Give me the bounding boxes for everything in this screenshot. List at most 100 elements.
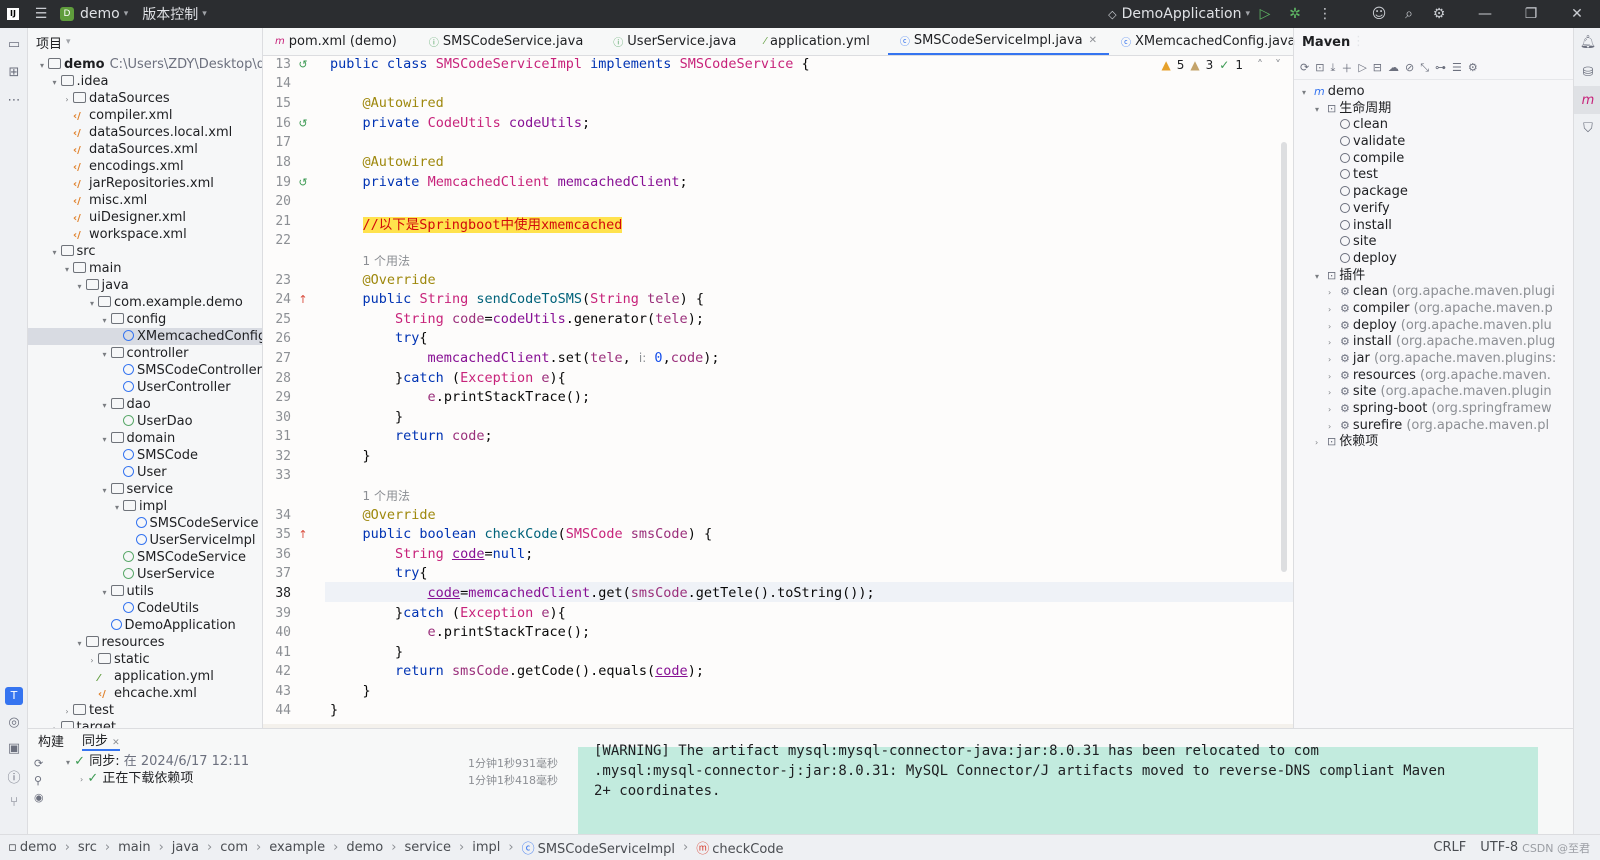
problems-tool-icon[interactable]: ⓘ: [0, 762, 28, 790]
maven-tree-item[interactable]: package: [1294, 184, 1573, 201]
line-separator[interactable]: CRLF: [1433, 840, 1466, 855]
offline-icon[interactable]: ☁: [1388, 61, 1399, 74]
chevron-down-icon[interactable]: ˅: [1275, 58, 1281, 72]
maven-tree-item[interactable]: › ⚙ spring-boot (org.springframew: [1294, 401, 1573, 418]
tree-item[interactable]: XMemcachedConfig: [28, 328, 262, 345]
breadcrumb-item[interactable]: impl: [472, 840, 500, 855]
tree-item[interactable]: › test: [28, 702, 262, 719]
chevron-down-icon[interactable]: ▾: [111, 499, 123, 516]
tree-item[interactable]: ▾ .idea: [28, 73, 262, 90]
editor-scrollbar[interactable]: [1281, 142, 1287, 572]
chevron-down-icon[interactable]: ▾: [1315, 269, 1327, 286]
tab-sync[interactable]: 同步 ✕: [82, 730, 120, 751]
chevron-right-icon[interactable]: ›: [61, 91, 73, 108]
run-icon[interactable]: ▷: [1358, 61, 1366, 74]
search-icon[interactable]: ⌕: [1394, 0, 1424, 28]
reload-icon[interactable]: ⟳: [1300, 61, 1309, 74]
file-encoding[interactable]: UTF-8: [1480, 840, 1518, 855]
project-panel-header[interactable]: 项目 ▾: [28, 28, 262, 56]
maven-tree-item[interactable]: test: [1294, 167, 1573, 184]
tree-item[interactable]: ▾ demo C:\Users\ZDY\Desktop\de: [28, 56, 262, 73]
expand-all-icon[interactable]: ☰: [1452, 61, 1462, 74]
tree-item[interactable]: ‹/ uiDesigner.xml: [28, 209, 262, 226]
chevron-down-icon[interactable]: ▾: [99, 431, 111, 448]
tab-application-yml[interactable]: ⁄ application.yml: [752, 27, 881, 55]
breadcrumb-item[interactable]: com: [220, 840, 248, 855]
tree-item[interactable]: ▾ domain: [28, 430, 262, 447]
tab-build[interactable]: 构建: [38, 731, 64, 750]
maven-settings-icon[interactable]: ⚙: [1468, 61, 1478, 74]
tree-item[interactable]: ▾ impl: [28, 498, 262, 515]
run-config-selector[interactable]: ◇ DemoApplication ▾: [1108, 0, 1250, 28]
minimize-icon[interactable]: —: [1462, 0, 1508, 28]
tree-item[interactable]: SMSCode: [28, 447, 262, 464]
maven-tree-item[interactable]: › ⚙ compiler (org.apache.maven.p: [1294, 301, 1573, 318]
filter-icon[interactable]: ◉: [34, 789, 44, 806]
collapse-icon[interactable]: ⤡: [1420, 61, 1429, 75]
close-icon[interactable]: ✕: [1554, 0, 1600, 28]
chevron-down-icon[interactable]: ▾: [61, 261, 73, 278]
maven-tree-item[interactable]: › ⚙ deploy (org.apache.maven.plu: [1294, 318, 1573, 335]
maven-tree-item[interactable]: ▾ ⊡ 插件: [1294, 268, 1573, 285]
maven-tree-item[interactable]: › ⊡ 依赖项: [1294, 434, 1573, 451]
maven-tree-item[interactable]: compile: [1294, 151, 1573, 168]
tree-item[interactable]: ▾ resources: [28, 634, 262, 651]
tab-smscodeserviceimpl[interactable]: ⓒ SMSCodeServiceImpl.java ✕: [887, 27, 1109, 55]
maven-tree-item[interactable]: clean: [1294, 117, 1573, 134]
run-icon[interactable]: ▷: [1250, 0, 1280, 28]
project-selector[interactable]: D demo ▾: [60, 0, 128, 28]
tree-item[interactable]: ‹/ encodings.xml: [28, 158, 262, 175]
tree-item[interactable]: SMSCodeController: [28, 362, 262, 379]
notifications-icon[interactable]: 🔔︎: [1574, 28, 1600, 56]
maximize-icon[interactable]: ❐: [1508, 0, 1554, 28]
debug-icon[interactable]: ✲: [1280, 0, 1310, 28]
tree-item[interactable]: UserController: [28, 379, 262, 396]
tree-item[interactable]: UserService: [28, 566, 262, 583]
rerun-icon[interactable]: ⟳: [34, 755, 44, 772]
vcs-selector[interactable]: 版本控制 ▾: [142, 0, 207, 28]
chevron-right-icon[interactable]: ›: [1315, 435, 1327, 452]
breadcrumb-item[interactable]: main: [118, 840, 150, 855]
services-tool-icon[interactable]: ◎: [0, 708, 28, 736]
chevron-right-icon[interactable]: ›: [1328, 285, 1340, 302]
security-icon[interactable]: ⛉: [1574, 114, 1600, 142]
bean-icon[interactable]: ↺: [296, 117, 310, 131]
sync-row[interactable]: ▾ ✓ 同步: 在 2024/6/17 12:11: [66, 753, 249, 770]
usages-hint[interactable]: 1 个用法: [330, 487, 410, 504]
maven-tree-item[interactable]: › ⚙ resources (org.apache.maven.: [1294, 368, 1573, 385]
chevron-right-icon[interactable]: ›: [86, 652, 98, 669]
tab-close-icon[interactable]: ✕: [1089, 35, 1097, 46]
close-icon[interactable]: ✕: [112, 738, 120, 748]
add-icon[interactable]: ＋: [1341, 60, 1352, 76]
chevron-down-icon[interactable]: ▾: [99, 312, 111, 329]
tree-item[interactable]: › static: [28, 651, 262, 668]
chevron-down-icon[interactable]: ▾: [99, 397, 111, 414]
breadcrumb-item[interactable]: src: [78, 840, 97, 855]
chevron-right-icon[interactable]: ›: [61, 703, 73, 720]
breadcrumb-item[interactable]: ⓒ SMSCodeServiceImpl: [522, 838, 675, 857]
database-icon[interactable]: ⛁: [1574, 58, 1600, 86]
chevron-right-icon[interactable]: ›: [1328, 319, 1340, 336]
tree-item[interactable]: ‹/ dataSources.xml: [28, 141, 262, 158]
settings-gear-icon[interactable]: ⚙: [1424, 0, 1454, 28]
main-menu-icon[interactable]: ☰: [26, 0, 56, 28]
chevron-down-icon[interactable]: ▾: [86, 295, 98, 312]
tab-userservice[interactable]: ⓘ UserService.java: [601, 27, 748, 55]
tree-item[interactable]: CodeUtils: [28, 600, 262, 617]
maven-tree-item[interactable]: › ⚙ clean (org.apache.maven.plugi: [1294, 284, 1573, 301]
tree-item[interactable]: ‹/ compiler.xml: [28, 107, 262, 124]
chevron-right-icon[interactable]: ›: [1328, 369, 1340, 386]
terminal-tool-icon[interactable]: ▣: [0, 734, 28, 762]
generate-sources-icon[interactable]: ⊡: [1315, 61, 1324, 74]
maven-tree-item[interactable]: validate: [1294, 134, 1573, 151]
inspection-widget[interactable]: ▲ 5 ▲ 3 ✓ 1 ˄ ˅: [1162, 58, 1281, 72]
more-tools-icon[interactable]: ⋯: [0, 86, 28, 114]
tab-smscodeservice[interactable]: ⓘ SMSCodeService.java: [417, 27, 595, 55]
tree-item[interactable]: ▾ main: [28, 260, 262, 277]
tree-item[interactable]: ▾ service: [28, 481, 262, 498]
pin-icon[interactable]: ⚲: [34, 772, 44, 789]
usages-hint[interactable]: 1 个用法: [330, 252, 410, 269]
more-icon[interactable]: ⋮: [1310, 0, 1340, 28]
chevron-down-icon[interactable]: ▾: [36, 57, 48, 74]
tree-item[interactable]: ▾ dao: [28, 396, 262, 413]
